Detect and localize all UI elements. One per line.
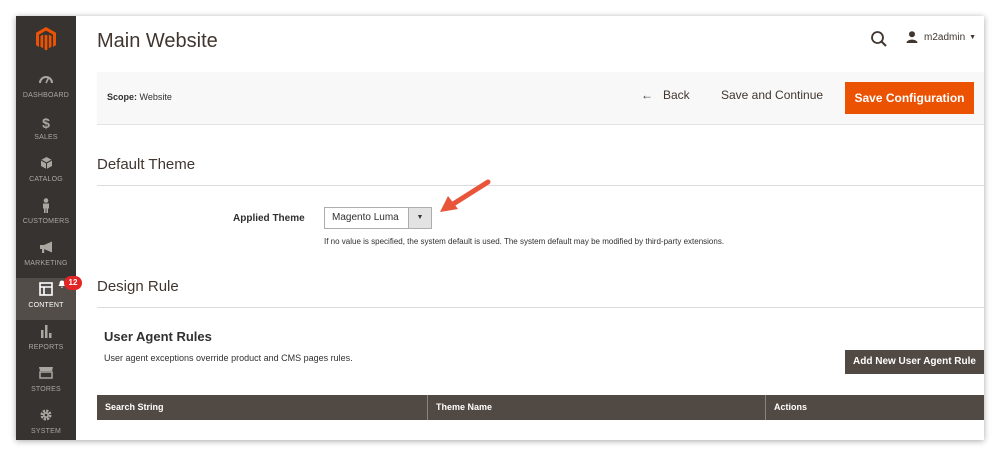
sidebar-item-customers[interactable]: CUSTOMERS	[16, 194, 76, 236]
user-agent-rules-title: User Agent Rules	[104, 329, 212, 344]
sidebar-item-label: DASHBOARD	[22, 92, 70, 99]
user-icon	[906, 31, 918, 43]
bar-chart-icon	[16, 324, 76, 342]
sidebar-item-stores[interactable]: STORES	[16, 362, 76, 404]
annotation-arrow-icon	[440, 179, 491, 212]
username: m2admin	[924, 31, 966, 43]
selected-theme-value: Magento Luma	[332, 212, 399, 223]
section-divider	[97, 307, 984, 308]
back-button[interactable]: ← Back	[641, 88, 690, 102]
column-header-actions: Actions	[774, 402, 808, 412]
page-actions-bar: Scope: Website ← Back Save and Continue …	[97, 72, 984, 125]
store-icon	[16, 366, 76, 384]
scope-label: Scope:	[107, 92, 138, 102]
column-header-theme-name: Theme Name	[428, 395, 766, 420]
search-icon[interactable]	[870, 30, 888, 48]
admin-sidebar: DASHBOARD $ SALES CATALOG CUSTOMERS MARK…	[16, 16, 82, 440]
user-agent-rules-table-header: Search String Theme Name Actions	[97, 395, 984, 420]
sidebar-item-label: CUSTOMERS	[22, 218, 70, 225]
sidebar-item-label: CATALOG	[29, 176, 63, 183]
chevron-down-icon[interactable]: ▼	[408, 208, 431, 228]
sidebar-item-label: SALES	[34, 134, 58, 141]
sidebar-item-sales[interactable]: $ SALES	[16, 110, 76, 152]
cube-icon	[16, 156, 76, 174]
user-agent-rules-description: User agent exceptions override product a…	[104, 353, 353, 363]
section-title-default-theme[interactable]: Default Theme	[97, 156, 195, 173]
section-title-design-rule[interactable]: Design Rule	[97, 278, 179, 295]
applied-theme-select[interactable]: Magento Luma ▼	[324, 207, 432, 229]
sidebar-item-catalog[interactable]: CATALOG	[16, 152, 76, 194]
sidebar-item-reports[interactable]: REPORTS	[16, 320, 76, 362]
add-user-agent-rule-button[interactable]: Add New User Agent Rule	[845, 350, 984, 374]
arrow-left-icon: ←	[641, 88, 653, 102]
section-divider	[97, 185, 984, 186]
dollar-icon: $	[42, 115, 50, 131]
scope-value: Website	[139, 92, 172, 102]
magento-logo-icon	[36, 27, 56, 51]
sidebar-item-marketing[interactable]: MARKETING	[16, 236, 76, 278]
sidebar-item-content[interactable]: CONTENT 12	[16, 276, 82, 320]
sidebar-item-system[interactable]: SYSTEM	[16, 404, 76, 440]
sidebar-item-label: STORES	[31, 386, 61, 393]
megaphone-icon	[16, 240, 76, 258]
sidebar-item-label: MARKETING	[24, 260, 68, 267]
applied-theme-label: Applied Theme	[233, 213, 305, 224]
column-header-search-string: Search String	[97, 395, 428, 420]
sidebar-item-label: REPORTS	[28, 344, 64, 351]
magento-logo[interactable]	[16, 16, 76, 62]
chevron-down-icon: ▼	[969, 33, 977, 41]
sidebar-item-dashboard[interactable]: DASHBOARD	[16, 68, 76, 110]
person-icon	[16, 198, 76, 216]
save-configuration-button[interactable]: Save Configuration	[845, 82, 974, 114]
admin-window: DASHBOARD $ SALES CATALOG CUSTOMERS MARK…	[16, 16, 984, 440]
dashboard-icon	[16, 72, 76, 90]
user-menu[interactable]: m2admin ▼	[906, 31, 976, 43]
gear-icon	[16, 408, 76, 426]
save-and-continue-button[interactable]: Save and Continue	[721, 88, 823, 102]
notification-badge: 12	[64, 276, 82, 290]
sidebar-item-label: SYSTEM	[31, 428, 61, 435]
scope-indicator: Scope: Website	[107, 92, 172, 102]
page-title: Main Website	[97, 30, 218, 52]
applied-theme-note: If no value is specified, the system def…	[324, 237, 725, 246]
sidebar-item-label: CONTENT	[28, 302, 64, 309]
back-label: Back	[663, 88, 690, 102]
